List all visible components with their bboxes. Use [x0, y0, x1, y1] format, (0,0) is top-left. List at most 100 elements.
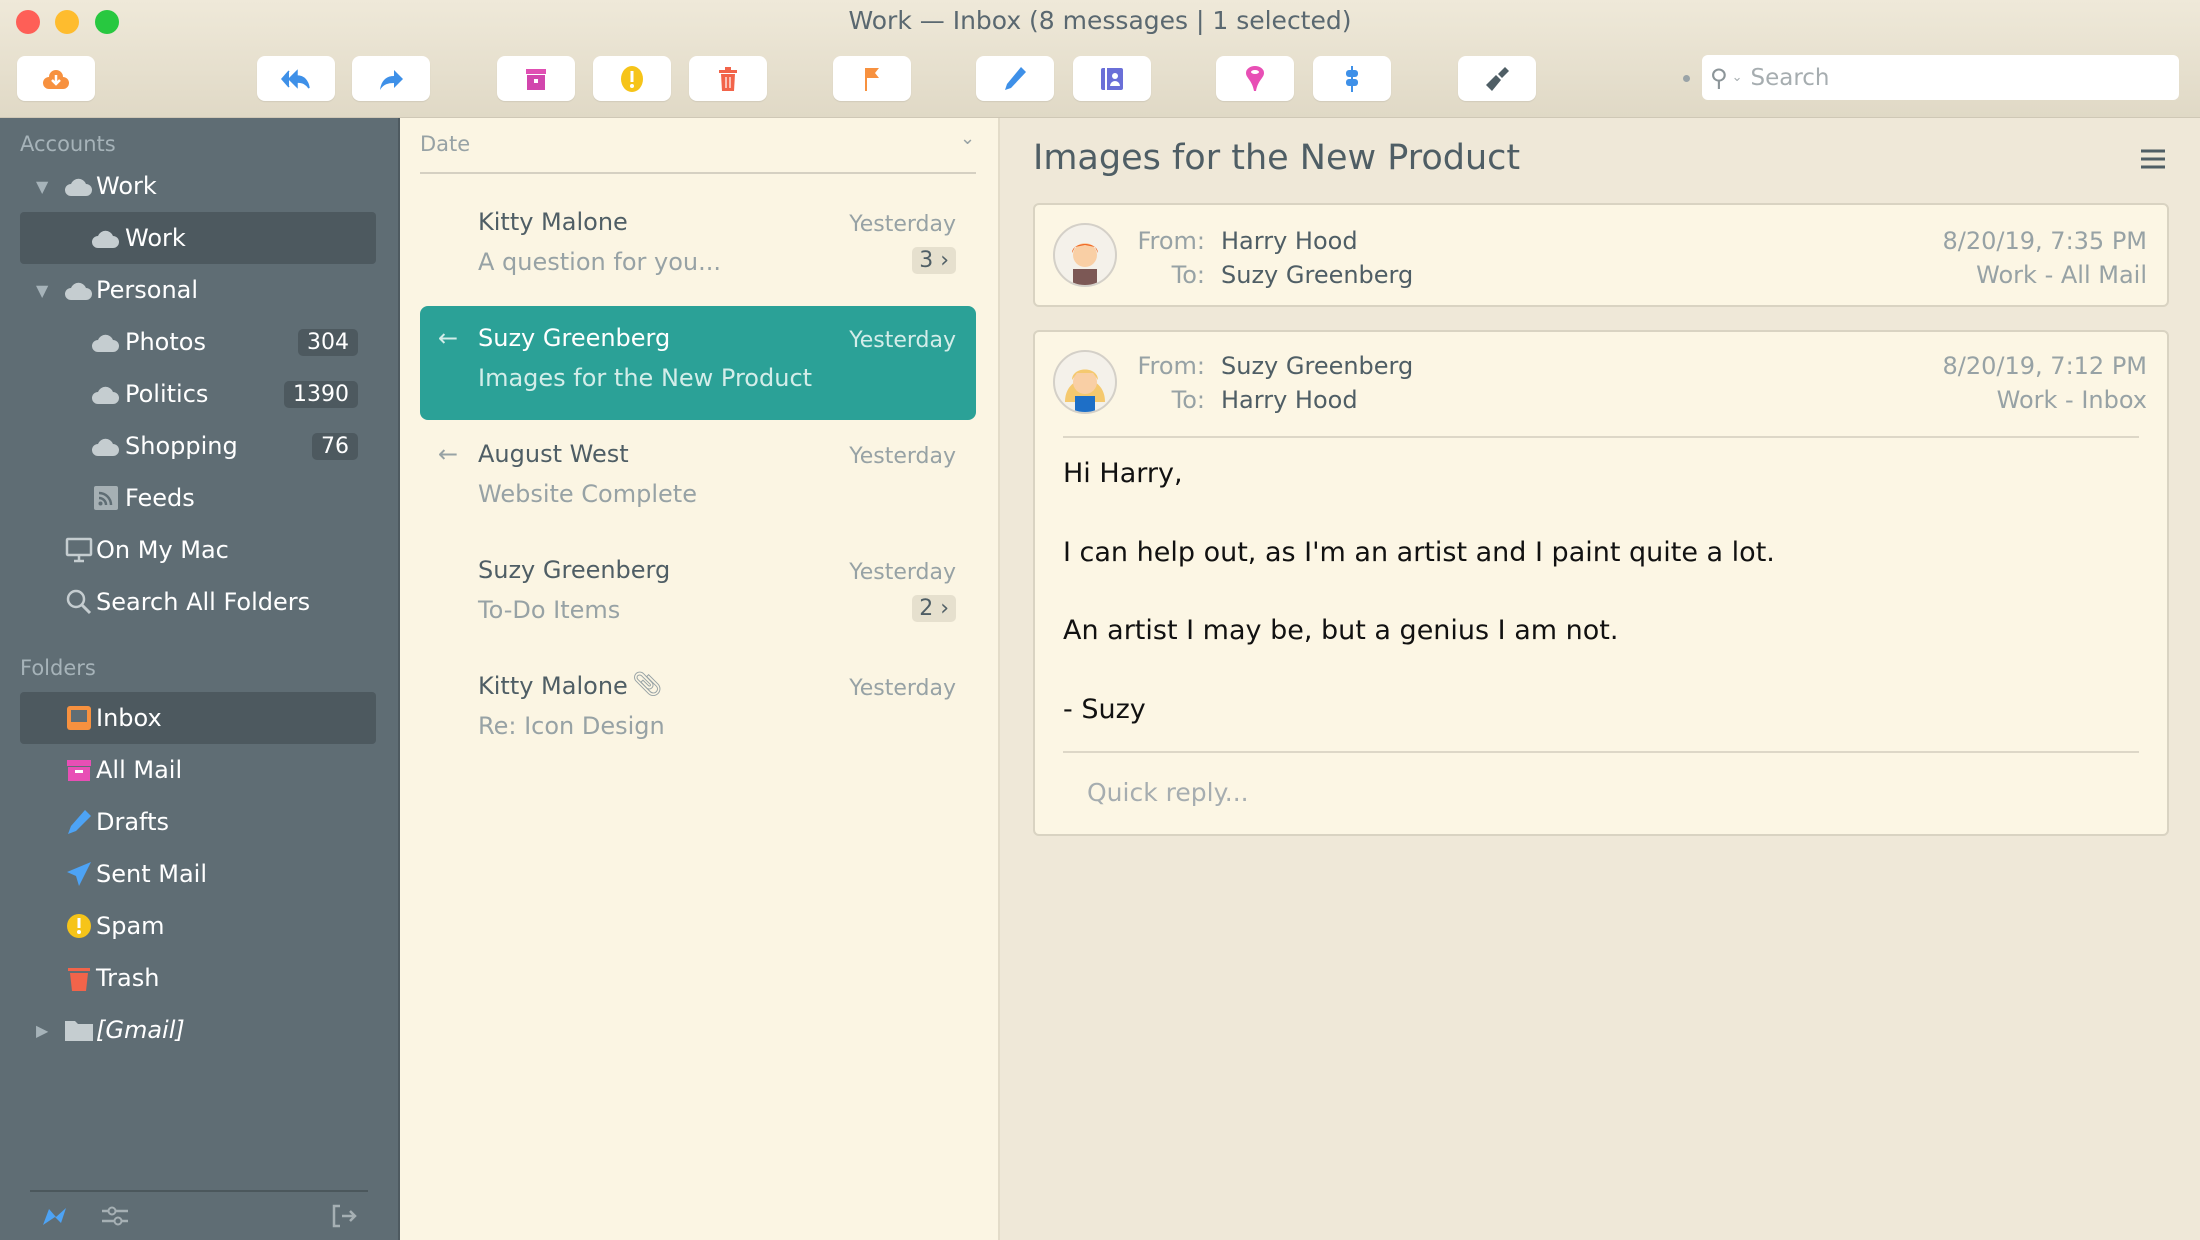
get-mail-button[interactable]	[17, 56, 95, 101]
to-name[interactable]: Suzy Greenberg	[1221, 261, 1413, 289]
message-list-item[interactable]: ← August West Website Complete Yesterday	[420, 422, 976, 536]
to-name[interactable]: Harry Hood	[1221, 386, 1358, 414]
body-line: - Suzy	[1063, 694, 1146, 725]
sidebar-item-spam[interactable]: Spam	[20, 900, 376, 952]
pencil-icon	[64, 807, 94, 837]
compose-button[interactable]	[976, 56, 1054, 101]
contacts-button[interactable]	[1073, 56, 1151, 101]
message-list-item[interactable]: Kitty Malone A question for you... Yesterd…	[420, 190, 976, 304]
sidebar-item-sent-mail[interactable]: Sent Mail	[20, 848, 376, 900]
sidebar-item-folder-feeds[interactable]: Feeds	[20, 472, 376, 524]
cloud-icon	[64, 275, 94, 305]
flag-icon	[865, 67, 879, 91]
status-dot	[1683, 75, 1690, 82]
sidebar-item-all-mail[interactable]: All Mail	[20, 744, 376, 796]
cloud-icon	[91, 223, 121, 253]
disclosure-open-icon[interactable]: ▼	[36, 281, 48, 300]
search-input[interactable]: ⚲ ⌄ Search	[1702, 55, 2179, 100]
sidebar-item-label: [Gmail]	[96, 1016, 185, 1044]
sign-out-button[interactable]	[330, 1203, 358, 1233]
filter-button[interactable]	[1216, 56, 1294, 101]
message-subject: Images for the New Product	[1033, 138, 1521, 178]
spam-button[interactable]	[593, 56, 671, 101]
message-list-item[interactable]: ← Suzy Greenberg Images for the New Produc…	[420, 306, 976, 420]
sidebar-item-folder-photos[interactable]: Photos 304	[20, 316, 376, 368]
archive-icon	[64, 755, 94, 785]
sidebar-item-account-personal[interactable]: ▼ Personal	[20, 264, 376, 316]
archive-button[interactable]	[497, 56, 575, 101]
activity-button[interactable]	[40, 1203, 70, 1233]
sidebar-item-gmail[interactable]: ▶ [Gmail]	[20, 1004, 376, 1056]
menu-button[interactable]	[2140, 148, 2166, 174]
delete-button[interactable]	[689, 56, 767, 101]
sidebar-item-trash[interactable]: Trash	[20, 952, 376, 1004]
sidebar-item-folder-politics[interactable]: Politics 1390	[20, 368, 376, 420]
message-header-card[interactable]: From: Harry Hood To: Suzy Greenberg 8/20…	[1033, 203, 2169, 307]
paintbrush-icon	[1486, 66, 1509, 91]
sort-chevron-icon[interactable]: ⌄	[960, 128, 975, 149]
divider	[1063, 751, 2139, 753]
sidebar-item-label: Spam	[96, 912, 165, 940]
body-line: I can help out, as I'm an artist and I p…	[1063, 537, 1775, 568]
divider	[1063, 436, 2139, 438]
hamburger-icon	[2141, 149, 2165, 169]
sidebar-item-search-all-folders[interactable]: Search All Folders	[20, 576, 376, 628]
message-folder: Work - All Mail	[1976, 261, 2147, 289]
address-book-icon	[1101, 67, 1123, 90]
signpost-icon	[1346, 65, 1358, 92]
sidebar-item-folder-work[interactable]: Work	[20, 212, 376, 264]
message-subject: Re: Icon Design	[478, 712, 665, 740]
sender-name: Suzy Greenberg	[478, 556, 671, 584]
sort-label[interactable]: Date	[420, 132, 470, 156]
exclamation-icon	[64, 911, 94, 941]
folder-icon	[64, 1015, 94, 1045]
sender-name: Suzy Greenberg	[478, 324, 671, 352]
message-date: Yesterday	[849, 444, 956, 469]
flag-button[interactable]	[833, 56, 911, 101]
to-label: To:	[1171, 386, 1205, 414]
from-label: From:	[1137, 352, 1205, 380]
thread-count-badge[interactable]: 3 ›	[912, 247, 956, 274]
unread-count-badge: 76	[312, 432, 358, 460]
thread-count-badge[interactable]: 2 ›	[912, 595, 956, 622]
disclosure-closed-icon[interactable]: ▶	[36, 1021, 48, 1040]
sidebar-item-account-work[interactable]: ▼ Work	[20, 160, 376, 212]
settings-button[interactable]	[100, 1203, 130, 1233]
message-subject: A question for you...	[478, 248, 721, 276]
sidebar-item-drafts[interactable]: Drafts	[20, 796, 376, 848]
theme-button[interactable]	[1458, 56, 1536, 101]
forward-button[interactable]	[352, 56, 430, 101]
reply-all-icon	[281, 68, 310, 89]
sidebar-item-label: Photos	[125, 328, 206, 356]
quick-reply-input[interactable]: Quick reply...	[1087, 778, 1249, 807]
message-date: 8/20/19, 7:12 PM	[1942, 352, 2147, 380]
sidebar-item-label: Personal	[96, 276, 199, 304]
divider	[420, 172, 976, 174]
from-label: From:	[1137, 227, 1205, 255]
message-list-item[interactable]: Suzy Greenberg To-Do Items Yesterday 2 ›	[420, 538, 976, 652]
from-name[interactable]: Suzy Greenberg	[1221, 352, 1413, 380]
from-name[interactable]: Harry Hood	[1221, 227, 1358, 255]
pin-icon	[1246, 65, 1264, 91]
sidebar-item-on-my-mac[interactable]: On My Mac	[20, 524, 376, 576]
divider	[30, 1190, 368, 1192]
accounts-header: Accounts	[20, 132, 116, 156]
trash-icon	[64, 963, 94, 993]
sidebar: Accounts ▼ Work Work ▼ Personal Photos 304 Poli…	[0, 118, 400, 1240]
body-line: An artist I may be, but a genius I am no…	[1063, 615, 1619, 646]
sidebar-item-inbox[interactable]: Inbox	[20, 692, 376, 744]
rules-button[interactable]	[1313, 56, 1391, 101]
sidebar-item-label: Shopping	[125, 432, 238, 460]
disclosure-open-icon[interactable]: ▼	[36, 177, 48, 196]
sidebar-item-label: Trash	[96, 964, 160, 992]
message-date: 8/20/19, 7:35 PM	[1942, 227, 2147, 255]
sidebar-item-folder-shopping[interactable]: Shopping 76	[20, 420, 376, 472]
sidebar-item-label: Drafts	[96, 808, 169, 836]
sidebar-item-label: All Mail	[96, 756, 183, 784]
to-label: To:	[1171, 261, 1205, 289]
cloud-icon	[91, 379, 121, 409]
cloud-icon	[91, 327, 121, 357]
message-list-item[interactable]: Kitty Malone 📎︎ Re: Icon Design Yesterday	[420, 654, 976, 768]
forward-icon	[380, 69, 403, 90]
reply-all-button[interactable]	[257, 56, 335, 101]
